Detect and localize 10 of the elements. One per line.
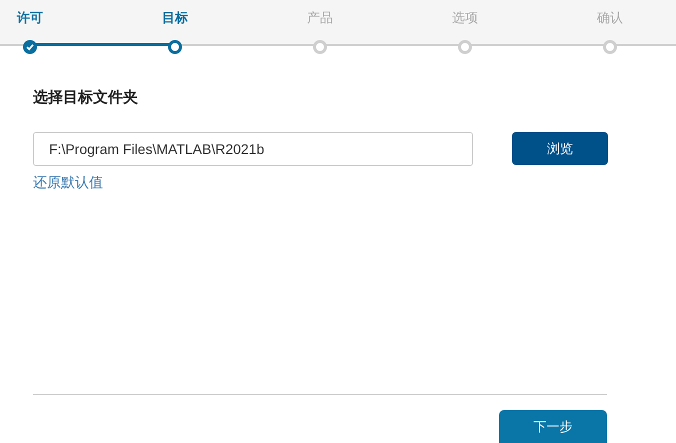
step-label: 选项 bbox=[452, 10, 478, 27]
next-button[interactable]: 下一步 bbox=[499, 410, 607, 443]
restore-default-link[interactable]: 还原默认值 bbox=[33, 172, 103, 192]
folder-path-field[interactable]: F:\Program Files\MATLAB\R2021b bbox=[33, 132, 473, 166]
browse-button[interactable]: 浏览 bbox=[512, 132, 608, 165]
section-heading: 选择目标文件夹 bbox=[33, 88, 139, 108]
step-label: 目标 bbox=[162, 10, 188, 27]
step-label: 产品 bbox=[307, 10, 333, 27]
step-label: 确认 bbox=[597, 10, 623, 27]
step-label: 许可 bbox=[17, 10, 43, 27]
